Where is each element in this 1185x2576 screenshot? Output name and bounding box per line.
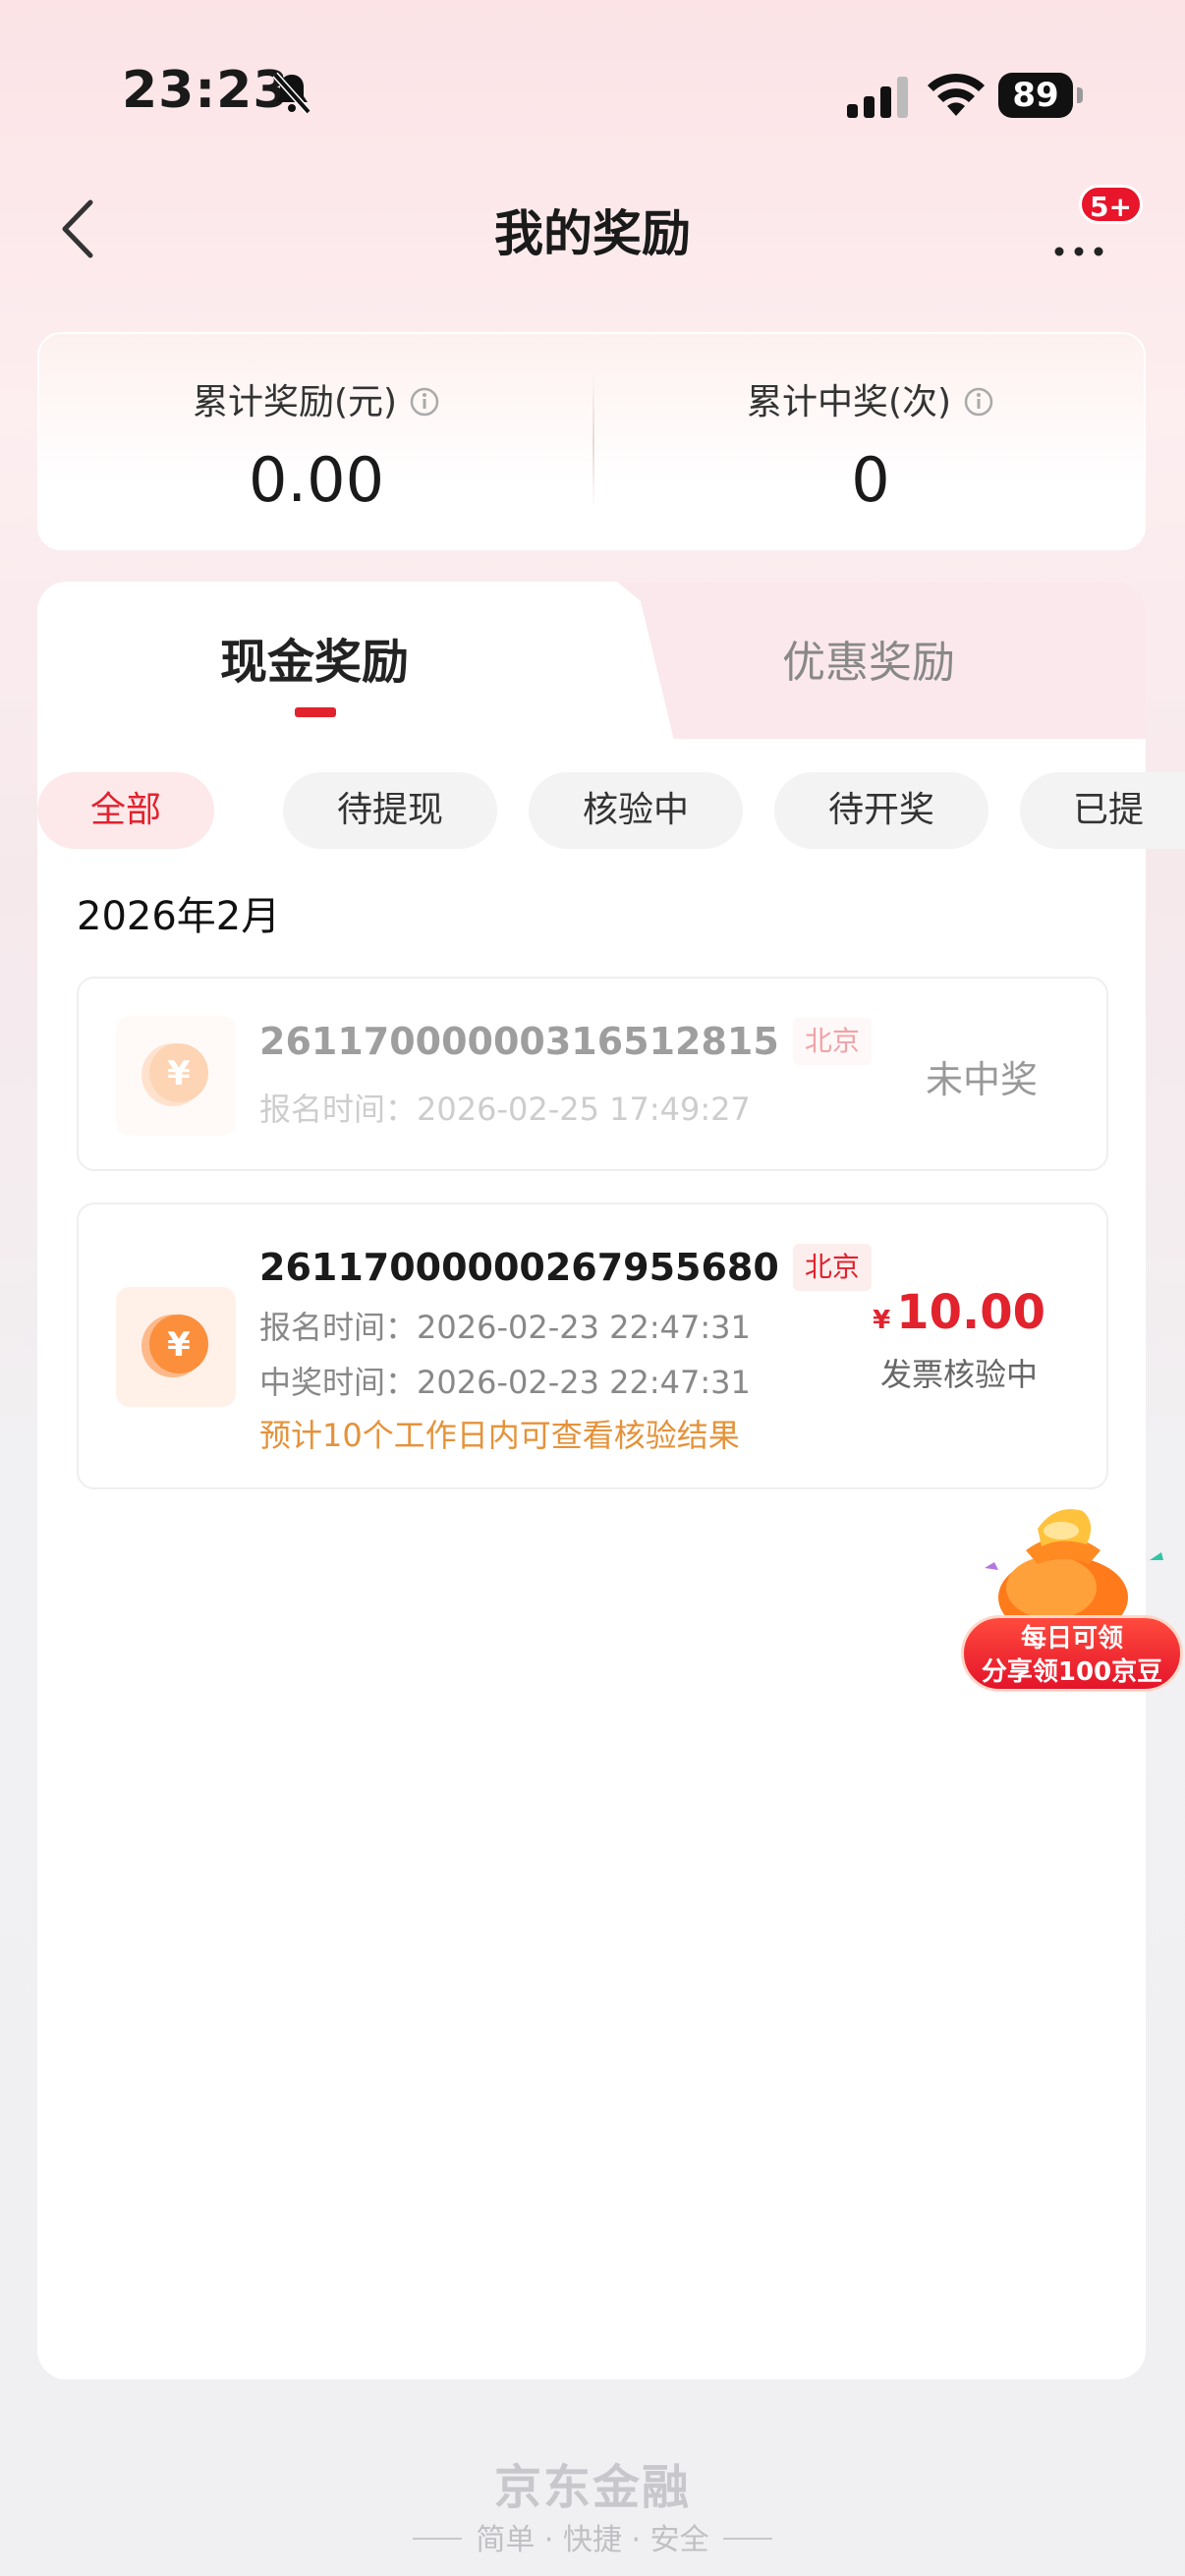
stat-label: 累计奖励(元) xyxy=(192,382,398,422)
bell-muted-icon xyxy=(272,72,311,115)
amount-value: 10.00 xyxy=(896,1285,1045,1340)
tagline-text: 简单 · 快捷 · 安全 xyxy=(476,2523,709,2557)
stat-value: 0 xyxy=(851,444,890,516)
yuan-coin-icon: ¥ xyxy=(116,1287,236,1407)
battery-icon: 89 xyxy=(998,73,1083,118)
promo-line-1: 每日可领 xyxy=(1020,1624,1123,1653)
battery-level: 89 xyxy=(998,73,1073,118)
more-dots-icon xyxy=(1054,247,1103,256)
money-bag-icon xyxy=(985,1509,1163,1629)
filter-chips: 全部 待提现 核验中 待开奖 已提 xyxy=(37,772,1185,851)
verification-note: 预计10个工作日内可查看核验结果 xyxy=(259,1417,740,1454)
footer-brand: 京东金融 xyxy=(493,2460,691,2515)
stat-label: 累计中奖(次) xyxy=(746,382,952,422)
reward-amount: ¥10.00 发票核验中 xyxy=(873,1285,1045,1395)
stat-value: 0.00 xyxy=(248,444,385,516)
filter-pending-withdraw[interactable]: 待提现 xyxy=(283,772,497,849)
tab-cash-rewards[interactable]: 现金奖励 xyxy=(37,623,592,692)
divider xyxy=(413,2538,463,2540)
stats-card: 累计奖励(元) 0.00 累计中奖(次) 0 xyxy=(37,332,1146,550)
record-status: 发票核验中 xyxy=(880,1356,1039,1393)
reward-record[interactable]: ¥ 26117000000316512815 北京 报名时间：2026-02-25… xyxy=(77,977,1108,1171)
info-icon[interactable] xyxy=(963,386,994,418)
yuan-coin-icon: ¥ xyxy=(116,1016,236,1136)
month-header: 2026年2月 xyxy=(77,894,281,939)
footer-tagline: 简单 · 快捷 · 安全 xyxy=(0,2515,1185,2558)
divider xyxy=(722,2538,772,2540)
info-icon[interactable] xyxy=(409,386,440,418)
signup-time: 报名时间：2026-02-23 22:47:31 xyxy=(259,1309,751,1346)
filter-verifying[interactable]: 核验中 xyxy=(529,772,743,849)
daily-bonus-promo[interactable]: 每日可领 分享领100京豆 xyxy=(957,1501,1185,1698)
filter-pending-draw[interactable]: 待开奖 xyxy=(774,772,988,849)
svg-text:¥: ¥ xyxy=(167,1054,191,1093)
city-tag: 北京 xyxy=(792,1018,872,1065)
wifi-icon xyxy=(928,73,985,116)
win-time: 中奖时间：2026-02-23 22:47:31 xyxy=(259,1364,751,1401)
city-tag: 北京 xyxy=(792,1244,872,1291)
record-id: 26117000000316512815 xyxy=(259,1020,779,1063)
stat-total-wins: 累计中奖(次) 0 xyxy=(593,373,1148,516)
record-status: 未中奖 xyxy=(925,1058,1038,1101)
status-bar: 23:23 89 xyxy=(0,0,1185,187)
reward-record[interactable]: ¥ 26117000000267955680 北京 报名时间：2026-02-23… xyxy=(77,1203,1108,1489)
active-tab-indicator xyxy=(295,707,336,717)
notification-badge: 5+ xyxy=(1079,185,1143,224)
svg-text:¥: ¥ xyxy=(167,1325,191,1365)
stat-total-reward: 累计奖励(元) 0.00 xyxy=(39,373,593,516)
promo-line-2: 分享领100京豆 xyxy=(981,1657,1163,1687)
nav-bar: 我的奖励 xyxy=(0,187,1185,275)
tab-coupon-rewards[interactable]: 优惠奖励 xyxy=(592,627,1146,690)
record-id: 26117000000267955680 xyxy=(259,1246,779,1289)
filter-withdrawn[interactable]: 已提 xyxy=(1020,772,1185,849)
promo-label: 每日可领 分享领100京豆 xyxy=(961,1615,1183,1692)
status-time: 23:23 xyxy=(122,61,290,120)
filter-all[interactable]: 全部 xyxy=(37,772,214,849)
page-title: 我的奖励 xyxy=(494,205,691,262)
cellular-signal-icon xyxy=(847,77,908,118)
currency-symbol: ¥ xyxy=(873,1306,891,1335)
signup-time: 报名时间：2026-02-25 17:49:27 xyxy=(259,1091,751,1128)
